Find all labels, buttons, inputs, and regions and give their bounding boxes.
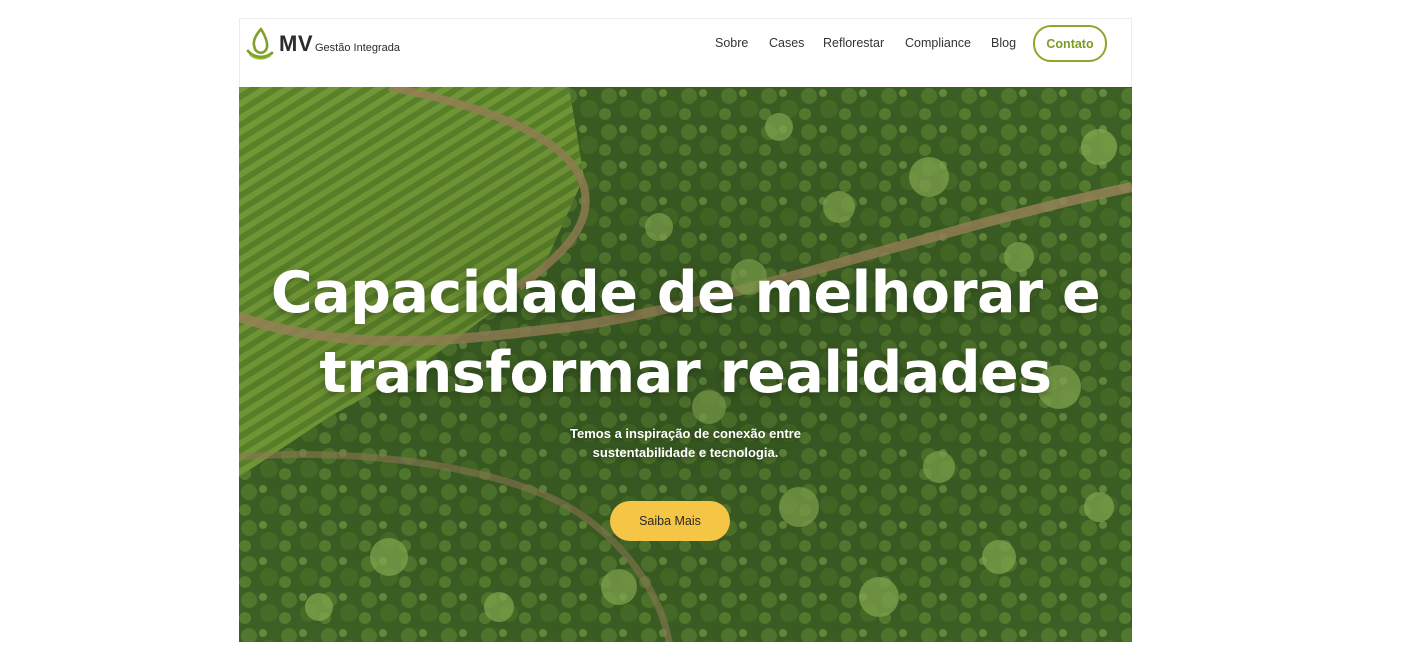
main-nav: Sobre Cases Reflorestar Compliance Blog … (240, 19, 1131, 67)
website-frame: MV Gestão Integrada Sobre Cases Reflores… (239, 18, 1132, 642)
hero-section: Capacidade de melhorar e transformar rea… (239, 87, 1132, 642)
hero-title: Capacidade de melhorar e transformar rea… (239, 253, 1132, 413)
nav-link-reflorestar[interactable]: Reflorestar (823, 36, 884, 50)
nav-link-blog[interactable]: Blog (991, 36, 1016, 50)
hero-title-line-2: transformar realidades (319, 340, 1052, 406)
hero-title-line-1: Capacidade de melhorar e (270, 260, 1101, 326)
hero-subtitle-line-2: sustentabilidade e tecnologia. (592, 445, 779, 460)
nav-link-sobre[interactable]: Sobre (715, 36, 748, 50)
saiba-mais-button[interactable]: Saiba Mais (610, 501, 730, 541)
nav-link-cases[interactable]: Cases (769, 36, 804, 50)
hero-subtitle: Temos a inspiração de conexão entre sust… (239, 424, 1132, 462)
hero-subtitle-line-1: Temos a inspiração de conexão entre (570, 426, 801, 441)
site-header: MV Gestão Integrada Sobre Cases Reflores… (239, 18, 1132, 88)
contact-button[interactable]: Contato (1033, 25, 1107, 62)
nav-link-compliance[interactable]: Compliance (905, 36, 971, 50)
